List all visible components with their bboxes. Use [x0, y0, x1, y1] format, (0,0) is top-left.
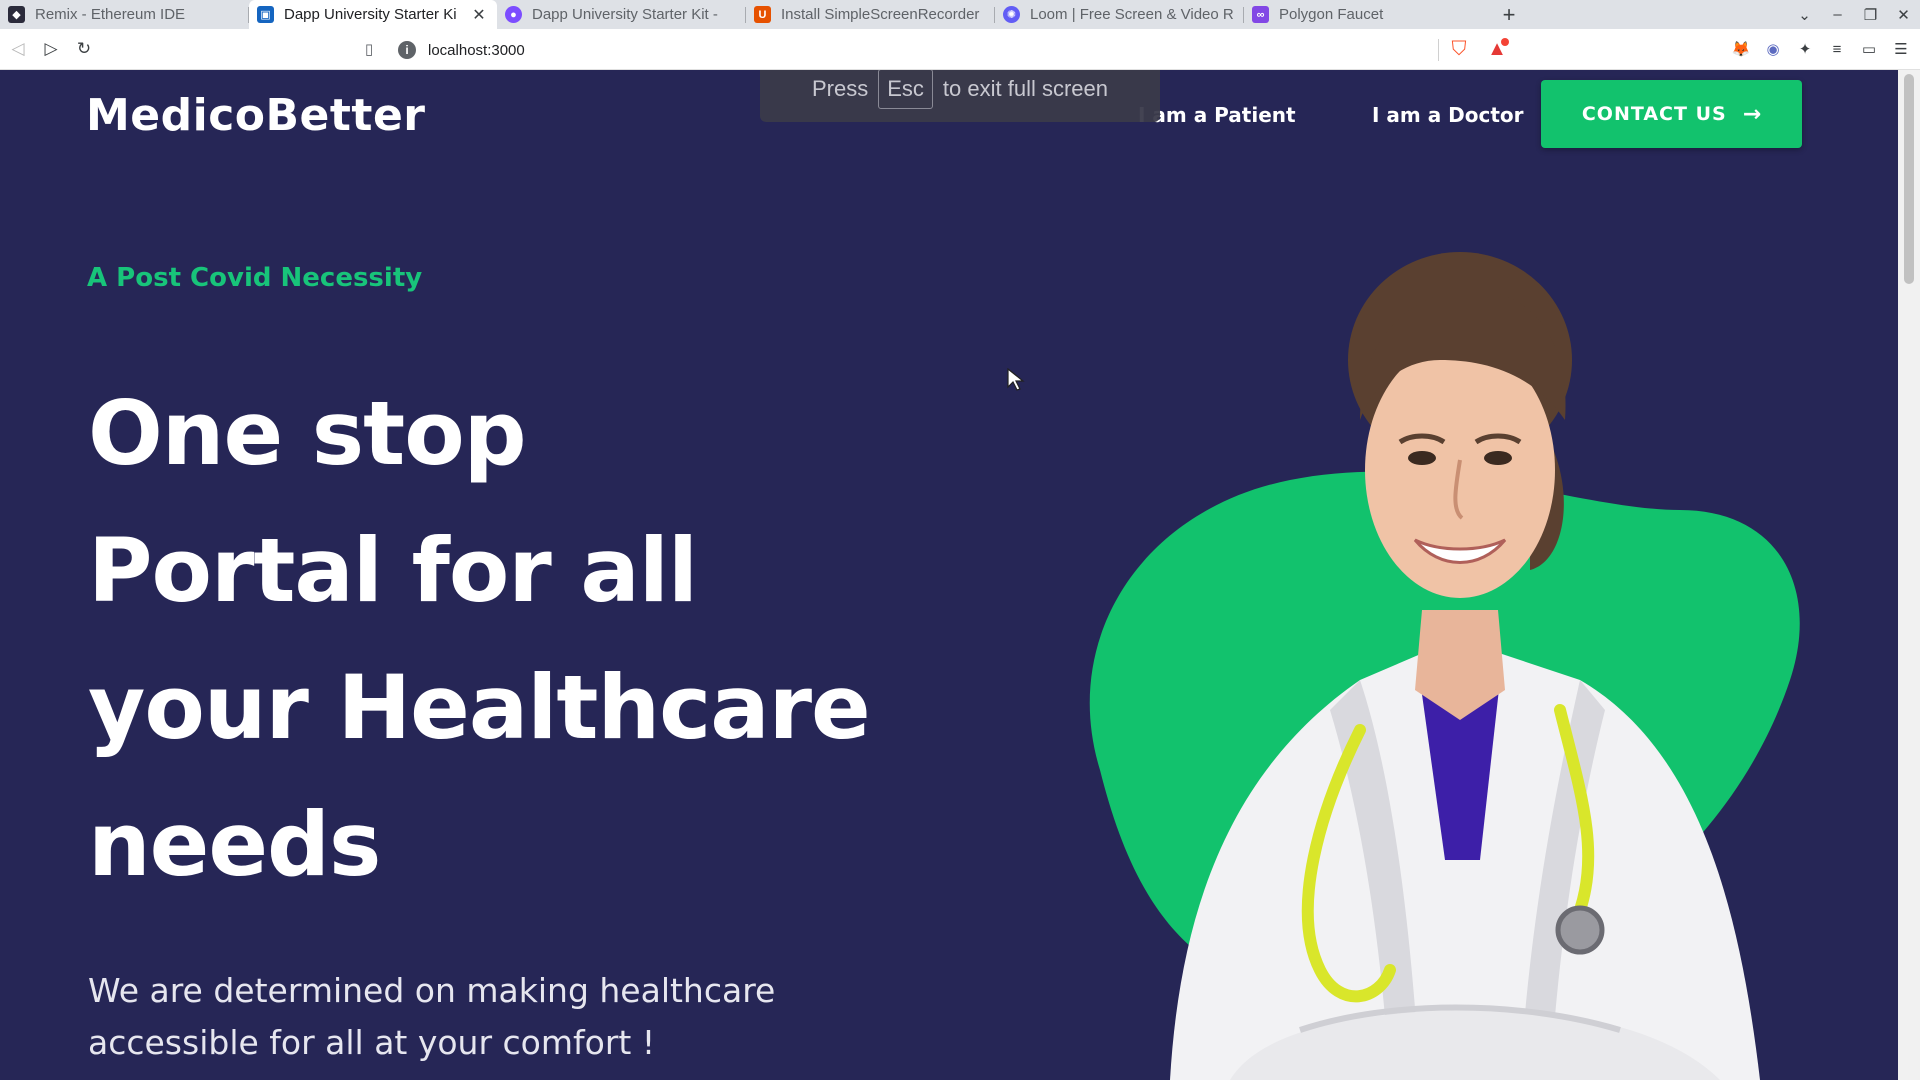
nav-doctor-link[interactable]: I am a Doctor [1372, 103, 1524, 127]
contact-us-button[interactable]: CONTACT US → [1541, 80, 1802, 148]
hero-doctor-image [1089, 252, 1800, 1080]
reload-button[interactable]: ↻ [69, 34, 99, 64]
fullscreen-toast: Press Esc to exit full screen [760, 70, 1160, 122]
headline-line: Portal for all [88, 519, 698, 622]
site-info-icon[interactable]: i [398, 41, 416, 59]
bookmark-icon[interactable]: ▯ [358, 38, 380, 60]
toolbar-divider [1438, 39, 1439, 61]
headline-line: One stop [88, 382, 527, 485]
nav-patient-link[interactable]: I am a Patient [1138, 103, 1296, 127]
wallet-icon[interactable]: ▭ [1858, 38, 1880, 60]
tab-polygon-faucet[interactable]: ∞ Polygon Faucet [1244, 0, 1492, 29]
mouse-cursor-icon [1007, 368, 1025, 391]
hero-eyebrow: A Post Covid Necessity [87, 263, 423, 293]
tab-label: Dapp University Starter Ki [284, 6, 457, 23]
menu-icon[interactable]: ☰ [1890, 38, 1912, 60]
subtext-line: accessible for all at your comfort ! [88, 1023, 656, 1062]
page-viewport: MedicoBetter I am a Patient I am a Docto… [0, 70, 1898, 1080]
extensions-area: 🦊 ◉ ✦ ≡ ▭ ☰ [1730, 36, 1912, 62]
arrow-right-icon: → [1742, 101, 1762, 127]
extension-icon[interactable]: ◉ [1762, 38, 1784, 60]
toast-rest-text: to exit full screen [942, 76, 1108, 101]
tab-label: Polygon Faucet [1279, 6, 1384, 23]
address-bar[interactable]: i localhost:3000 [398, 35, 1438, 65]
headline-line: your Healthcare [88, 656, 871, 759]
tab-label: Loom | Free Screen & Video Re [1030, 6, 1233, 23]
toast-press-text: Press [811, 76, 869, 101]
ubuntu-icon: U [754, 6, 771, 23]
close-tab-icon[interactable]: ✕ [471, 5, 487, 25]
tab-simplescreenrecorder[interactable]: U Install SimpleScreenRecorder [746, 0, 994, 29]
tab-label: Install SimpleScreenRecorder [781, 6, 980, 23]
dapp-university-icon: ▣ [257, 6, 274, 23]
polygon-icon: ∞ [1252, 6, 1269, 23]
puzzle-icon[interactable]: ✦ [1794, 38, 1816, 60]
subtext-line: We are determined on making healthcare [88, 971, 776, 1010]
address-text[interactable]: localhost:3000 [428, 42, 525, 59]
new-tab-button[interactable]: + [1492, 0, 1526, 29]
tab-loom[interactable]: ✺ Loom | Free Screen & Video Re [995, 0, 1243, 29]
tab-search-icon[interactable]: ⌄ [1788, 6, 1821, 24]
tab-dapp-university-active[interactable]: ▣ Dapp University Starter Ki ✕ [249, 0, 497, 29]
close-window-icon[interactable]: ✕ [1887, 6, 1920, 24]
tab-label: Dapp University Starter Kit - [532, 6, 718, 23]
brave-rewards-icon[interactable]: ▲ [1484, 37, 1510, 61]
back-button[interactable]: ◁ [3, 34, 33, 64]
toast-esc-key: Esc [878, 70, 933, 109]
loom-icon: ✺ [1003, 6, 1020, 23]
window-controls: ⌄ – ❐ ✕ [1788, 0, 1920, 29]
headline-line: needs [88, 793, 381, 896]
forward-button[interactable]: ▷ [36, 34, 66, 64]
tab-remix[interactable]: ◆ Remix - Ethereum IDE [0, 0, 248, 29]
brave-shields-icon[interactable]: ⛉ [1448, 37, 1470, 61]
minimize-icon[interactable]: – [1821, 6, 1854, 23]
dapp-university-icon: ● [505, 6, 522, 23]
remix-icon: ◆ [8, 6, 25, 23]
metamask-icon[interactable]: 🦊 [1730, 38, 1752, 60]
contact-us-label: CONTACT US [1581, 103, 1727, 125]
scrollbar-thumb[interactable] [1904, 74, 1914, 284]
restore-icon[interactable]: ❐ [1854, 6, 1887, 24]
tab-label: Remix - Ethereum IDE [35, 6, 186, 23]
page-scrollbar[interactable] [1898, 70, 1920, 1080]
browser-tab-bar: ◆ Remix - Ethereum IDE ▣ Dapp University… [0, 0, 1920, 29]
tab-dapp-university-2[interactable]: ● Dapp University Starter Kit - [497, 0, 745, 29]
site-logo[interactable]: MedicoBetter [86, 90, 426, 141]
browser-toolbar: ◁ ▷ ↻ ▯ i localhost:3000 ⛉ ▲ 🦊 ◉ ✦ ≡ ▭ ☰ [0, 29, 1920, 70]
hero-headline: One stop Portal for all your Healthcare … [88, 365, 988, 913]
playlist-icon[interactable]: ≡ [1826, 38, 1848, 60]
hero-subtext: We are determined on making healthcare a… [88, 965, 908, 1069]
